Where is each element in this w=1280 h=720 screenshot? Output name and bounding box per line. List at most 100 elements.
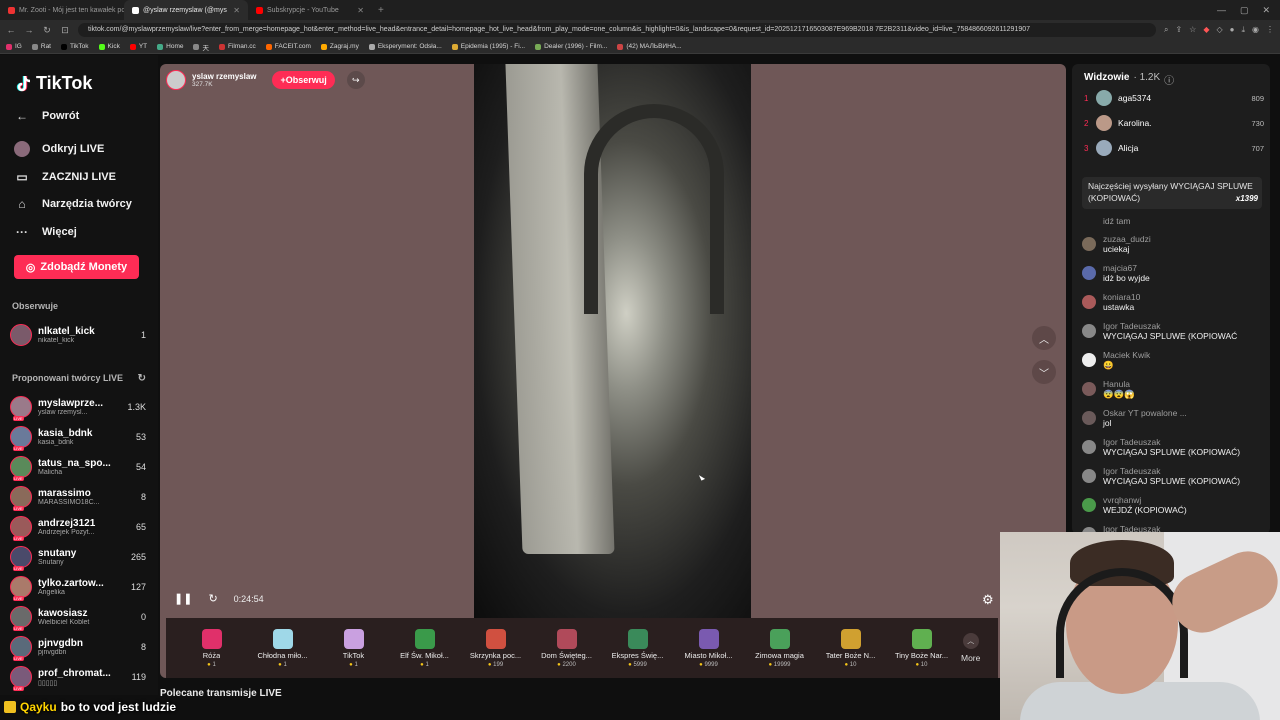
avatar[interactable] bbox=[10, 546, 32, 571]
menu-icon[interactable]: ⋮ bbox=[1266, 25, 1274, 35]
maximize-icon[interactable]: ▢ bbox=[1240, 5, 1249, 16]
chat-message[interactable]: Maciek Kwik 😀 bbox=[1082, 350, 1266, 371]
refresh-icon[interactable]: ↻ bbox=[138, 373, 146, 384]
gift-item[interactable]: Skrzynka poc... ● 199 bbox=[460, 628, 531, 668]
creator-row[interactable]: snutanySnutany 265 bbox=[10, 543, 146, 571]
share-page-icon[interactable]: ⇪ bbox=[1175, 25, 1182, 35]
tab-close-icon[interactable]: ✕ bbox=[233, 6, 240, 15]
nav-item-home[interactable]: ⌂ Narzędzia twórcy bbox=[14, 196, 132, 212]
next-stream-icon[interactable]: ﹀ bbox=[1032, 360, 1056, 384]
avatar[interactable] bbox=[10, 516, 32, 541]
bookmark-item[interactable]: Kick bbox=[98, 43, 120, 50]
gift-item[interactable]: Tiny Boże Nar... ● 10 bbox=[886, 628, 957, 668]
gift-item[interactable]: Tater Boże N... ● 10 bbox=[815, 628, 886, 668]
download-icon[interactable]: ⤓ bbox=[1241, 25, 1245, 35]
top-viewer-row[interactable]: 3 Alicja 707 bbox=[1084, 139, 1264, 157]
gift-item[interactable]: Ekspres Świę... ● 5999 bbox=[602, 628, 673, 668]
extension-icon[interactable]: ◇ bbox=[1216, 25, 1222, 35]
avatar[interactable] bbox=[10, 576, 32, 601]
chat-message[interactable]: koniara10 ustawka bbox=[1082, 292, 1266, 312]
gift-item[interactable]: Miasto Mikoł... ● 9999 bbox=[673, 628, 744, 668]
tab-close-icon[interactable]: ✕ bbox=[357, 6, 364, 15]
gift-item[interactable]: Dom Święteg... ● 2200 bbox=[531, 628, 602, 668]
get-coins-button[interactable]: ◎ Zdobądź Monety bbox=[14, 255, 139, 279]
info-icon[interactable]: ⓘ bbox=[1164, 72, 1174, 87]
star-icon[interactable]: ☆ bbox=[1189, 25, 1196, 35]
creator-row[interactable]: myslawprze...yslaw rzemysl... 1.3K bbox=[10, 393, 146, 421]
chat-message[interactable]: Igor Tadeuszak WYCIĄGAJ SPLUWE (KOPIOWAĆ) bbox=[1082, 466, 1266, 486]
more-gifts-button[interactable]: ︿ More bbox=[961, 633, 980, 663]
refresh-stream-icon[interactable]: ↻ bbox=[208, 592, 217, 605]
avatar[interactable] bbox=[10, 636, 32, 661]
bookmark-item[interactable]: Eksperyment: Odsła... bbox=[368, 43, 442, 50]
gift-item[interactable]: Elf Św. Mikoł... ● 1 bbox=[389, 628, 460, 668]
bookmark-item[interactable]: Filman.cc bbox=[218, 43, 256, 50]
live-stream-player[interactable]: yslaw rzemyslaw 327.7K +Obserwuj ↪ ︿ ﹀ ❚… bbox=[160, 64, 1066, 678]
gift-item[interactable]: TikTok ● 1 bbox=[318, 628, 389, 668]
creator-row[interactable]: nlkatel_kick nikatel_kick 1 bbox=[10, 321, 146, 349]
chat-message[interactable]: majcia67 idż bo wyjde bbox=[1082, 263, 1266, 283]
creator-row[interactable]: andrzej3121Andrzejek Pozyt... 65 bbox=[10, 513, 146, 541]
browser-tab[interactable]: Mr. Zooti - Mój jest ten kawałek pod✕ bbox=[0, 0, 124, 20]
video-feed[interactable] bbox=[474, 64, 751, 618]
gift-item[interactable]: Chłodna miło... ● 1 bbox=[247, 628, 318, 668]
pause-icon[interactable]: ❚❚ bbox=[174, 592, 192, 605]
extension-icon[interactable]: ◆ bbox=[1203, 25, 1209, 35]
streamer-avatar[interactable] bbox=[166, 70, 186, 90]
bookmark-item[interactable]: Zagraj.my bbox=[320, 43, 359, 50]
chat-message[interactable]: idź tam bbox=[1082, 216, 1266, 233]
browser-tab[interactable]: Subskrypcje - YouTube ✕ bbox=[248, 0, 372, 20]
bookmark-item[interactable]: (42) МАЛЬВИНА... bbox=[617, 43, 682, 50]
creator-row[interactable]: kasia_bdnkkasia_bdnk 53 bbox=[10, 423, 146, 451]
settings-icon[interactable]: ⚙ bbox=[982, 592, 994, 608]
gift-item[interactable]: Zimowa magia ● 19999 bbox=[744, 628, 815, 668]
bookmark-item[interactable]: FACEIT.com bbox=[265, 43, 311, 50]
chat-message[interactable]: vvrqhanwj WEJDŹ (KOPIOWAĆ) bbox=[1082, 495, 1266, 515]
creator-row[interactable]: tatus_na_spo...Malicha 54 bbox=[10, 453, 146, 481]
zoom-icon[interactable]: ⌕ bbox=[1164, 25, 1168, 35]
avatar[interactable] bbox=[10, 606, 32, 631]
url-field[interactable]: tiktok.com/@myslawprzemyslaw/live?enter_… bbox=[78, 23, 1156, 37]
extension-icon[interactable]: ● bbox=[1230, 25, 1235, 35]
bookmark-page-icon[interactable]: ⊡ bbox=[60, 25, 70, 36]
bookmark-item[interactable]: Rat bbox=[31, 43, 51, 50]
avatar[interactable] bbox=[10, 396, 32, 421]
tiktok-logo[interactable]: TikTok bbox=[16, 73, 92, 94]
bookmark-item[interactable]: Home bbox=[157, 43, 183, 50]
close-window-icon[interactable]: ✕ bbox=[1262, 5, 1270, 16]
bookmark-item[interactable]: Epidemia (1995) - Fi... bbox=[451, 43, 525, 50]
minimize-icon[interactable]: — bbox=[1217, 5, 1226, 16]
creator-row[interactable]: prof_chromat...▯▯▯▯▯ 119 bbox=[10, 663, 146, 691]
new-tab-button[interactable]: + bbox=[372, 5, 390, 16]
chat-message[interactable]: Hanula 😨😨😱 bbox=[1082, 379, 1266, 400]
forward-icon[interactable]: → bbox=[24, 25, 34, 35]
creator-row[interactable]: tylko.zartow...Angelika 127 bbox=[10, 573, 146, 601]
follow-button[interactable]: +Obserwuj bbox=[272, 71, 335, 89]
top-viewer-row[interactable]: 1 aga5374 809 bbox=[1084, 89, 1264, 107]
avatar[interactable] bbox=[10, 426, 32, 451]
chat-message[interactable]: Oskar YT powalone ... jol bbox=[1082, 408, 1266, 428]
avatar[interactable] bbox=[10, 324, 32, 346]
bookmark-item[interactable]: IG bbox=[6, 43, 22, 50]
back-icon[interactable]: ← bbox=[6, 25, 16, 35]
creator-row[interactable]: kawosiaszWielbiciel Koblet 0 bbox=[10, 603, 146, 631]
nav-item-camera[interactable]: ▭ ZACZNIJ LIVE bbox=[14, 169, 116, 185]
avatar[interactable] bbox=[10, 666, 32, 691]
nav-item-discover-live[interactable]: Odkryj LIVE bbox=[14, 141, 104, 157]
top-viewer-row[interactable]: 2 Karolina. 730 bbox=[1084, 114, 1264, 132]
nav-item-back-arrow[interactable]: ← Powrót bbox=[14, 108, 79, 124]
previous-stream-icon[interactable]: ︿ bbox=[1032, 326, 1056, 350]
bookmark-item[interactable]: TikTok bbox=[61, 43, 89, 50]
share-icon[interactable]: ↪ bbox=[346, 71, 365, 89]
browser-tab[interactable]: @yslaw rzemyslaw (@mys ✕ bbox=[124, 0, 248, 20]
avatar[interactable] bbox=[10, 456, 32, 481]
profile-icon[interactable]: ◉ bbox=[1252, 25, 1259, 35]
avatar[interactable] bbox=[10, 486, 32, 511]
streamer-name[interactable]: yslaw rzemyslaw bbox=[192, 72, 256, 81]
gift-item[interactable]: Róża ● 1 bbox=[176, 628, 247, 668]
creator-row[interactable]: marassimoMARASSIMO18C... 8 bbox=[10, 483, 146, 511]
bookmark-item[interactable]: Dealer (1996) - Film... bbox=[535, 43, 607, 50]
chat-message[interactable]: Igor Tadeuszak WYCIĄGAJ SPLUWE (KOPIOWAĆ) bbox=[1082, 437, 1266, 457]
bookmark-item[interactable]: 天 bbox=[193, 42, 209, 52]
chat-message[interactable]: Igor Tadeuszak WYCIĄGAJ SPLUWE (KOPIOWAĆ bbox=[1082, 321, 1266, 341]
